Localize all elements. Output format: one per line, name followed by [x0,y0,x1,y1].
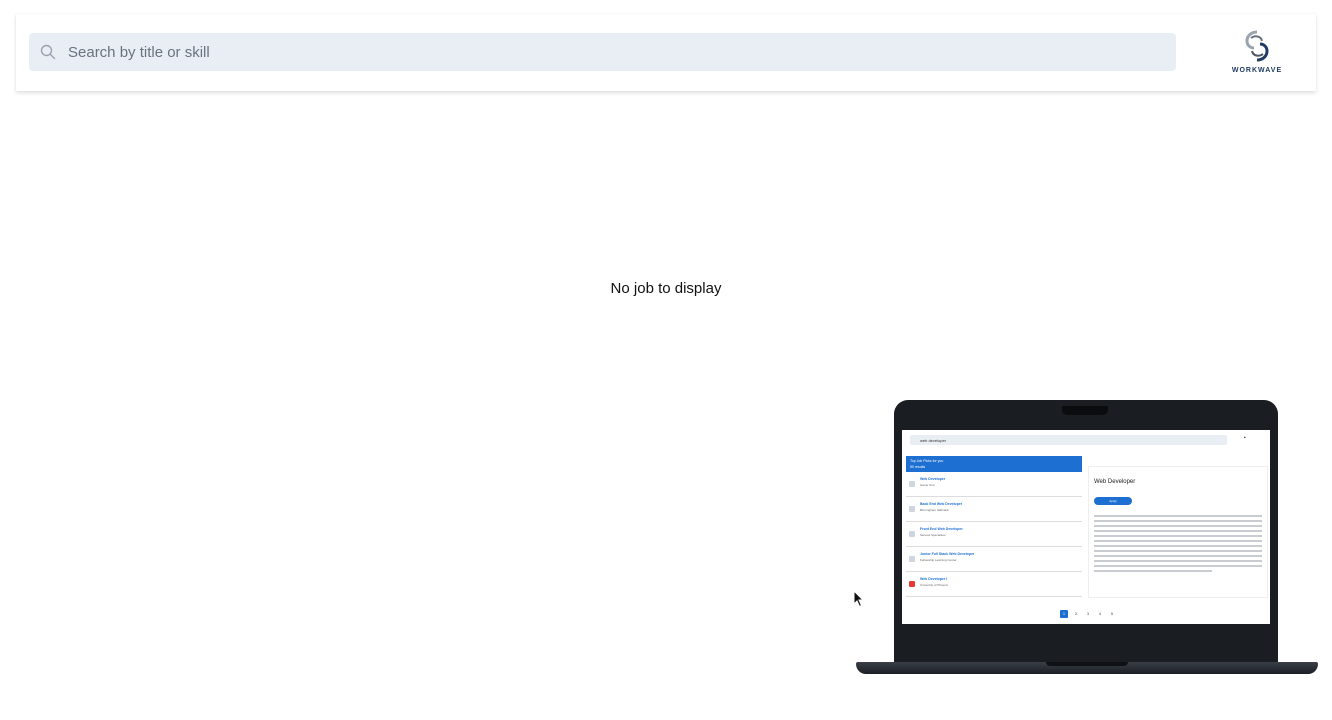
mini-job-title: Back End Web Developer [920,502,963,506]
mini-page: 5 [1111,612,1113,616]
search-bar[interactable] [29,33,1176,71]
laptop-base [856,662,1318,674]
mini-search-value: web developer [920,438,947,443]
mini-job-company: Fellowship Learning Center [920,558,957,562]
mini-job-item: Web Developer I University of Phoenix [906,573,1082,597]
search-icon [40,44,56,60]
top-header: WORKWAVE [16,14,1316,91]
mini-apply-button: Apply [1094,497,1132,505]
mini-job-company: Birmingham Hallmark [920,508,949,512]
company-logo-icon [909,556,915,562]
company-logo-icon [909,531,915,537]
mini-page: 2 [1075,612,1077,616]
mini-job-item: Junior Full Stack Web Developer Fellowshi… [906,548,1082,572]
mini-job-item: Front End Web Developer Seneca Specialtie… [906,523,1082,547]
workwave-swirl-icon [1245,30,1269,62]
mini-job-list: Web Developer Game One Back End Web Devel… [906,473,1082,597]
mini-job-company: Game One [920,483,935,487]
laptop-screen: web developer ◔ Top Job Picks for you 50… [902,430,1270,624]
mini-job-detail: Web Developer Apply [1088,466,1268,598]
mini-job-item: Web Developer Game One [906,473,1082,497]
mini-logo-icon: ◔ [1242,435,1247,442]
mini-job-title: Web Developer [920,477,946,481]
laptop-lid: web developer ◔ Top Job Picks for you 50… [894,400,1278,666]
company-logo-icon [909,481,915,487]
mini-job-title: Front End Web Developer [920,527,963,531]
camera-notch [1062,406,1108,415]
mini-detail-title: Web Developer [1094,479,1136,485]
mouse-cursor-icon [853,590,865,608]
mini-job-item: Back End Web Developer Birmingham Hallmar… [906,498,1082,522]
mini-search-bar: web developer [910,435,1227,445]
mini-description-lines [1094,515,1262,575]
workwave-logo[interactable]: WORKWAVE [1226,28,1288,76]
laptop-groove [1046,662,1128,666]
mini-page: 4 [1099,612,1101,616]
mini-job-title: Junior Full Stack Web Developer [920,552,975,556]
mini-pagination: 1 2 3 4 5 [1060,610,1116,618]
mini-picks-header: Top Job Picks for you 50 results [906,456,1082,472]
mini-job-company: University of Phoenix [920,583,949,587]
mini-picks-title: Top Job Picks for you [910,459,944,463]
search-input[interactable] [66,33,1176,71]
logo-text: WORKWAVE [1231,67,1283,74]
mini-job-title: Web Developer I [920,577,948,581]
mini-picks-count: 50 results [910,465,926,469]
empty-state-message: No job to display [610,280,722,297]
mini-page: 3 [1087,612,1089,616]
laptop-illustration: web developer ◔ Top Job Picks for you 50… [856,398,1318,682]
mini-job-company: Seneca Specialties [920,533,946,537]
mini-page: 1 [1060,610,1068,618]
company-logo-icon [909,581,915,587]
company-logo-icon [909,506,915,512]
